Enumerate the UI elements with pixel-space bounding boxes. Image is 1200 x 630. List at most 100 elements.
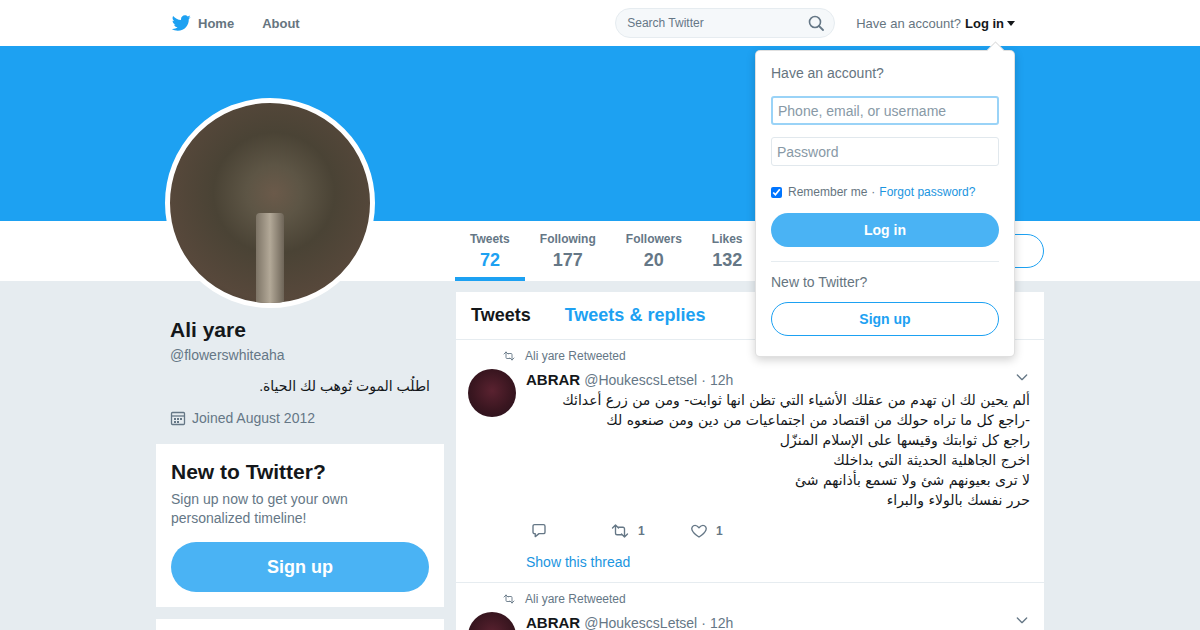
chevron-down-icon xyxy=(1014,369,1030,385)
signup-card-title: New to Twitter? xyxy=(171,459,429,484)
divider xyxy=(771,261,999,262)
remember-label[interactable]: Remember me xyxy=(788,183,867,201)
twitter-bird-icon-part xyxy=(172,15,191,30)
tweet-time[interactable]: 12h xyxy=(710,370,733,390)
tweet-line: راجع كل ثوابتك وقيسها على الإسلام المنزّ… xyxy=(526,430,1030,450)
magnifier-icon-part xyxy=(819,26,823,30)
signup-card-button[interactable]: Sign up xyxy=(171,542,429,592)
chevron-down-icon-part xyxy=(1017,618,1026,623)
tweet-author[interactable]: ABRAR xyxy=(526,613,580,630)
separator: · xyxy=(871,183,875,201)
tweet-body: ABRAR@HoukescsLetsel·12h xyxy=(526,612,1030,630)
tweet-actions: 11 xyxy=(526,521,1030,541)
retweet-icon-part xyxy=(504,595,514,603)
about-link[interactable]: About xyxy=(262,16,300,31)
forgot-password-link[interactable]: Forgot password? xyxy=(879,183,975,201)
stat-item[interactable]: Followers 20 xyxy=(611,221,697,281)
account-area: Have an account? Log in xyxy=(856,16,1015,31)
timeline-tab[interactable]: Tweets xyxy=(471,305,531,326)
tweet-line: ألم يحين لك ان تهدم من عقلك الأشياء التي… xyxy=(526,390,1030,430)
stat-value: 20 xyxy=(644,249,664,271)
show-thread-link[interactable]: Show this thread xyxy=(526,552,1030,572)
reply-bubble-icon-part xyxy=(533,525,545,537)
username-field[interactable] xyxy=(771,96,999,125)
retweet-icon-part xyxy=(613,525,628,537)
stat-label: Following xyxy=(540,232,596,247)
tweet-dot: · xyxy=(701,613,706,630)
tweet-avatar[interactable] xyxy=(468,369,516,417)
about-label: About xyxy=(262,16,300,31)
like-button[interactable]: 1 xyxy=(686,522,766,540)
tweet-handle[interactable]: @HoukescsLetsel xyxy=(584,613,697,630)
tweet: Ali yare Retweeted ABRAR@HoukescsLetsel·1… xyxy=(456,583,1044,630)
retweet-icon-part xyxy=(508,354,514,361)
calendar-icon-part xyxy=(177,418,179,420)
retweet-icon-part xyxy=(613,525,622,535)
nav-inner: Home About Have an account? Log inHave an a… xyxy=(156,0,1044,46)
home-label: Home xyxy=(198,16,234,31)
left-column: Ali yare@flowerswhiteahaاطلُب الموت تُوه… xyxy=(156,281,444,630)
calendar-icon-part xyxy=(174,418,182,423)
menu-title: Have an account? xyxy=(771,64,999,82)
calendar-icon-part xyxy=(172,415,185,416)
menu-caret xyxy=(986,41,1004,59)
calendar-icon xyxy=(170,410,186,426)
retweet-icon xyxy=(502,350,516,362)
stat-item[interactable]: Following177 xyxy=(525,221,611,281)
tweet-dot: · xyxy=(701,370,706,390)
login-button[interactable]: Log in xyxy=(771,213,999,247)
avatar-photo xyxy=(165,98,375,308)
search-input[interactable] xyxy=(627,16,808,30)
profile-card: Ali yare@flowerswhiteahaاطلُب الموت تُوه… xyxy=(156,317,444,427)
account-prompt: Have an account? xyxy=(856,16,961,31)
avatar-post xyxy=(256,213,284,308)
login-link[interactable]: Log in xyxy=(965,16,1004,31)
chevron-down-icon-part xyxy=(1017,375,1026,380)
stat-item[interactable]: Likes132 xyxy=(697,221,758,281)
retweet-button[interactable]: 1 xyxy=(606,522,686,540)
stat-label: Tweets xyxy=(470,232,510,247)
profile-handle[interactable]: @flowerswhiteaha xyxy=(170,346,430,364)
chevron-down-icon xyxy=(1014,612,1030,628)
retweeted-by[interactable]: Ali yare Retweeted xyxy=(525,592,626,606)
signup-button[interactable]: Sign up xyxy=(771,302,999,336)
reply-button[interactable] xyxy=(526,522,606,540)
tweet-line: حرر نفسك بالولاء والبراء xyxy=(526,490,1030,510)
remember-row: Remember me·Forgot password? xyxy=(771,183,999,201)
stat-label: Followers xyxy=(626,232,682,247)
twitter-bird-icon xyxy=(171,13,191,33)
retweet-count: 1 xyxy=(638,524,645,538)
profile-name[interactable]: Ali yare xyxy=(170,317,430,342)
tweet-text: ألم يحين لك ان تهدم من عقلك الأشياء التي… xyxy=(526,390,1030,510)
tweet-handle[interactable]: @HoukescsLetsel xyxy=(584,370,697,390)
joined-row: Joined August 2012 xyxy=(170,409,430,427)
signup-prompt: New to Twitter? xyxy=(771,273,999,291)
tweet-line: لا ترى بعيونهم شئ ولا تسمع بأذانهم شئ xyxy=(526,470,1030,490)
calendar-icon-part xyxy=(174,418,176,420)
password-field[interactable] xyxy=(771,137,999,166)
reply-bubble-icon xyxy=(530,522,548,540)
magnifier-icon xyxy=(808,15,824,31)
retweet-icon-part xyxy=(504,352,514,360)
caret-icon[interactable] xyxy=(1007,21,1015,26)
timeline-tab[interactable]: Tweets & replies xyxy=(565,305,706,326)
profile-nav: Tweets 72 Following177 Followers 20 Likes132 xyxy=(0,221,1200,281)
tweet: Ali yare RetweetedABRAR@HoukescsLetsel·1… xyxy=(456,340,1044,583)
stat-value: 72 xyxy=(480,249,500,271)
retweeted-by[interactable]: Ali yare Retweeted xyxy=(525,349,626,363)
more-button[interactable] xyxy=(1014,612,1030,630)
retweet-icon-part xyxy=(504,595,510,602)
home-link[interactable]: Home xyxy=(171,13,234,33)
more-button[interactable] xyxy=(1014,369,1030,390)
tweet-avatar[interactable] xyxy=(468,612,516,630)
stat-item[interactable]: Tweets 72 xyxy=(455,221,525,281)
top-nav: Home About Have an account? Log inHave an a… xyxy=(0,0,1200,46)
search-box[interactable] xyxy=(615,8,835,38)
tweet-author[interactable]: ABRAR xyxy=(526,370,580,390)
login-menu: Have an account? Remember me·Forgot passw… xyxy=(755,50,1015,357)
calendar-icon-part xyxy=(174,421,176,423)
retweet-icon-part xyxy=(619,527,628,537)
tweet-time[interactable]: 12h xyxy=(710,613,733,630)
tweet-row: ABRAR@HoukescsLetsel·12hألم يحين لك ان ت… xyxy=(468,369,1030,572)
remember-checkbox[interactable] xyxy=(771,187,782,198)
